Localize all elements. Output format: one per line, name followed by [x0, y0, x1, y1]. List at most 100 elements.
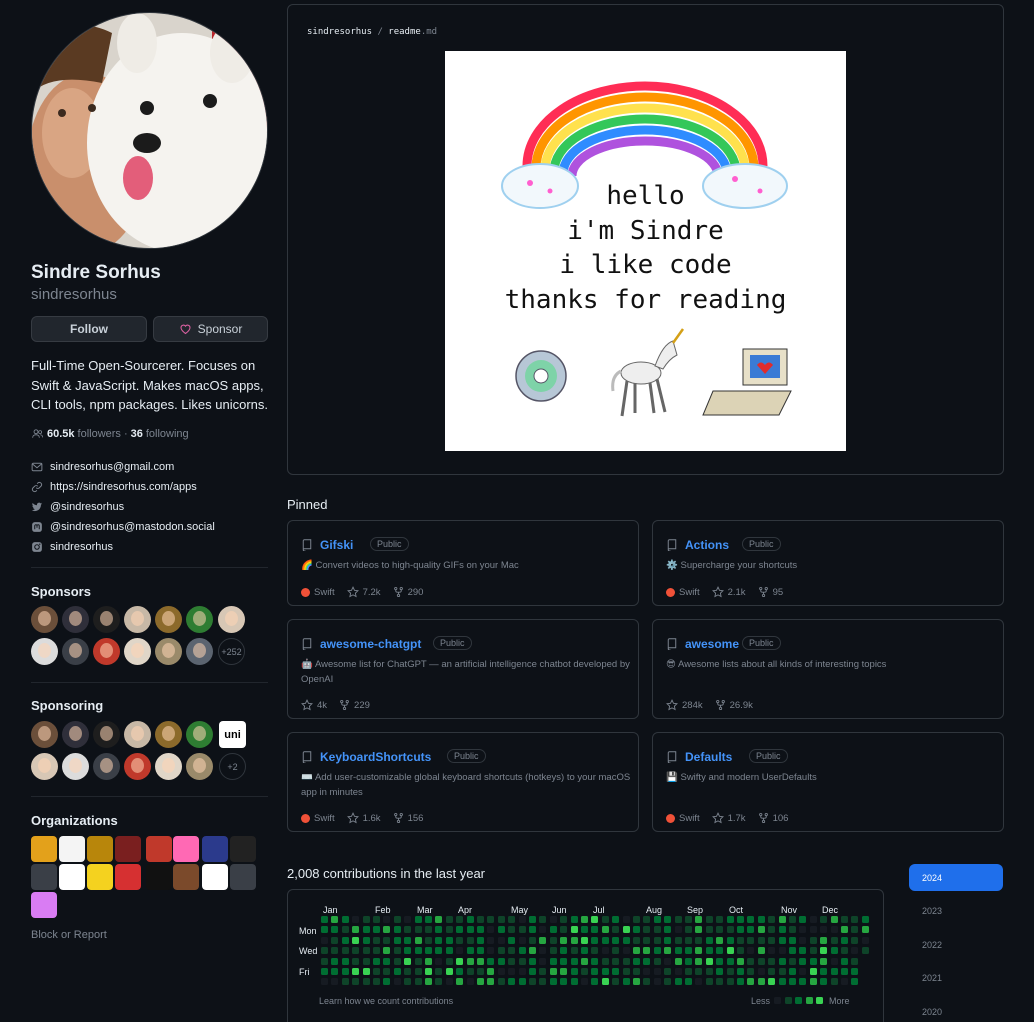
contribution-day[interactable]: [404, 926, 412, 934]
contribution-day[interactable]: [695, 978, 703, 986]
contribution-day[interactable]: [778, 957, 786, 965]
stars[interactable]: 1.6k: [346, 812, 381, 824]
contribution-day[interactable]: [768, 926, 776, 934]
contribution-day[interactable]: [622, 926, 630, 934]
instagram-text[interactable]: sindresorhus: [50, 541, 113, 553]
contribution-day[interactable]: [560, 916, 568, 923]
contribution-day[interactable]: [570, 978, 578, 986]
contribution-day[interactable]: [726, 978, 734, 986]
contribution-day[interactable]: [425, 926, 432, 934]
contribution-day[interactable]: [321, 916, 328, 923]
contribution-day[interactable]: [809, 916, 817, 923]
contribution-day[interactable]: [321, 926, 328, 934]
contribution-day[interactable]: [747, 926, 755, 934]
contribution-day[interactable]: [664, 978, 672, 986]
contribution-day[interactable]: [549, 916, 557, 923]
contribution-day[interactable]: [404, 936, 412, 944]
contribution-day[interactable]: [757, 978, 765, 986]
contribution-day[interactable]: [477, 978, 484, 986]
contribution-day[interactable]: [560, 957, 568, 965]
contribution-day[interactable]: [778, 978, 786, 986]
contribution-day[interactable]: [425, 957, 432, 965]
contribution-day[interactable]: [383, 968, 391, 975]
contribution-day[interactable]: [581, 936, 588, 944]
contribution-day[interactable]: [674, 978, 682, 986]
sponsoring-avatar[interactable]: [124, 753, 151, 780]
contribution-day[interactable]: [331, 978, 339, 986]
contribution-day[interactable]: [799, 978, 807, 986]
contribution-day[interactable]: [685, 936, 692, 944]
contribution-day[interactable]: [435, 947, 443, 955]
contribution-day[interactable]: [539, 916, 547, 923]
organization-avatar[interactable]: [202, 836, 228, 862]
contribution-day[interactable]: [705, 968, 713, 975]
forks[interactable]: 106: [758, 812, 788, 824]
contribution-day[interactable]: [362, 936, 370, 944]
contribution-day[interactable]: [830, 978, 838, 986]
contribution-day[interactable]: [456, 957, 464, 965]
sponsor-avatar[interactable]: [62, 638, 89, 665]
contribution-day[interactable]: [851, 936, 859, 944]
readme-owner-link[interactable]: sindresorhus: [307, 27, 372, 37]
contribution-day[interactable]: [674, 947, 682, 955]
profile-instagram[interactable]: sindresorhus: [31, 541, 113, 553]
contribution-day[interactable]: [508, 968, 516, 975]
contribution-day[interactable]: [362, 916, 370, 923]
contribution-day[interactable]: [549, 968, 557, 975]
contribution-day[interactable]: [653, 947, 661, 955]
pinned-repo-name[interactable]: Actions: [685, 538, 729, 552]
sponsoring-avatar[interactable]: [93, 721, 120, 748]
contribution-day[interactable]: [685, 947, 692, 955]
contribution-day[interactable]: [601, 926, 609, 934]
contribution-day[interactable]: [404, 968, 412, 975]
contribution-day[interactable]: [549, 936, 557, 944]
sponsor-avatar[interactable]: [93, 638, 120, 665]
contribution-day[interactable]: [695, 926, 703, 934]
contribution-day[interactable]: [674, 916, 682, 923]
sponsor-avatar[interactable]: [186, 638, 213, 665]
sponsoring-more[interactable]: +2: [219, 753, 246, 780]
contribution-day[interactable]: [789, 936, 796, 944]
contribution-day[interactable]: [321, 947, 328, 955]
contribution-day[interactable]: [466, 916, 474, 923]
contribution-day[interactable]: [591, 947, 599, 955]
sponsoring-avatar[interactable]: [186, 721, 213, 748]
contribution-day[interactable]: [830, 916, 838, 923]
contribution-day[interactable]: [737, 957, 744, 965]
contribution-day[interactable]: [497, 957, 505, 965]
forks[interactable]: 156: [393, 812, 423, 824]
contribution-day[interactable]: [487, 968, 495, 975]
contribution-day[interactable]: [456, 936, 464, 944]
contribution-day[interactable]: [497, 947, 505, 955]
contribution-day[interactable]: [414, 968, 422, 975]
contribution-day[interactable]: [664, 968, 672, 975]
contribution-day[interactable]: [695, 947, 703, 955]
organization-avatar[interactable]: [173, 836, 199, 862]
contribution-day[interactable]: [653, 957, 661, 965]
contribution-day[interactable]: [529, 968, 536, 975]
contribution-day[interactable]: [789, 926, 796, 934]
organization-avatar[interactable]: [115, 836, 141, 862]
contribution-day[interactable]: [757, 947, 765, 955]
contribution-day[interactable]: [435, 957, 443, 965]
contribution-day[interactable]: [383, 916, 391, 923]
contribution-day[interactable]: [414, 957, 422, 965]
contribution-day[interactable]: [331, 936, 339, 944]
contribution-day[interactable]: [664, 926, 672, 934]
contribution-day[interactable]: [529, 947, 536, 955]
contribution-day[interactable]: [321, 978, 328, 986]
contribution-day[interactable]: [705, 926, 713, 934]
contribution-day[interactable]: [622, 947, 630, 955]
contribution-day[interactable]: [633, 978, 640, 986]
contribution-day[interactable]: [477, 947, 484, 955]
contribution-day[interactable]: [757, 936, 765, 944]
contribution-day[interactable]: [633, 947, 640, 955]
organization-avatar[interactable]: [31, 892, 57, 918]
contribution-day[interactable]: [591, 957, 599, 965]
contribution-day[interactable]: [695, 916, 703, 923]
sponsor-avatar[interactable]: [124, 606, 151, 633]
contribution-day[interactable]: [653, 968, 661, 975]
sponsoring-avatar[interactable]: [93, 753, 120, 780]
contribution-day[interactable]: [352, 926, 360, 934]
contribution-day[interactable]: [643, 926, 651, 934]
